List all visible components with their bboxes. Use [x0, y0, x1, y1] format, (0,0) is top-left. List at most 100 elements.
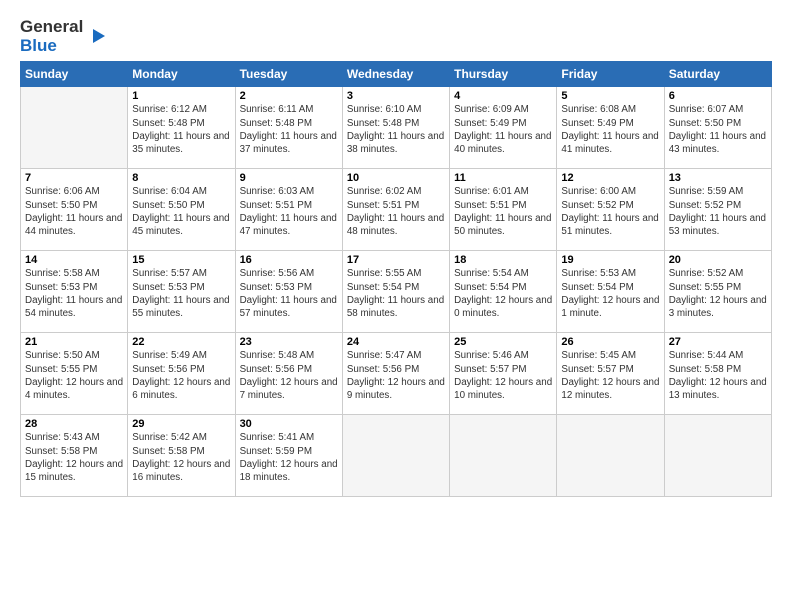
calendar-cell: 26 Sunrise: 5:45 AMSunset: 5:57 PMDaylig… [557, 333, 664, 415]
dow-header: Sunday [21, 62, 128, 87]
day-info: Sunrise: 6:07 AMSunset: 5:50 PMDaylight:… [669, 104, 766, 155]
day-number: 29 [132, 418, 230, 430]
calendar-cell: 8 Sunrise: 6:04 AMSunset: 5:50 PMDayligh… [128, 169, 235, 251]
day-number: 7 [25, 172, 123, 184]
calendar-cell: 18 Sunrise: 5:54 AMSunset: 5:54 PMDaylig… [450, 251, 557, 333]
day-info: Sunrise: 5:55 AMSunset: 5:54 PMDaylight:… [347, 268, 444, 319]
day-info: Sunrise: 5:47 AMSunset: 5:56 PMDaylight:… [347, 350, 445, 401]
day-info: Sunrise: 5:41 AMSunset: 5:59 PMDaylight:… [240, 432, 338, 483]
dow-header: Tuesday [235, 62, 342, 87]
calendar-cell: 12 Sunrise: 6:00 AMSunset: 5:52 PMDaylig… [557, 169, 664, 251]
calendar-cell: 21 Sunrise: 5:50 AMSunset: 5:55 PMDaylig… [21, 333, 128, 415]
dow-header: Friday [557, 62, 664, 87]
day-info: Sunrise: 5:58 AMSunset: 5:53 PMDaylight:… [25, 268, 122, 319]
day-info: Sunrise: 5:49 AMSunset: 5:56 PMDaylight:… [132, 350, 230, 401]
day-info: Sunrise: 6:01 AMSunset: 5:51 PMDaylight:… [454, 186, 551, 237]
day-number: 11 [454, 172, 552, 184]
day-info: Sunrise: 6:03 AMSunset: 5:51 PMDaylight:… [240, 186, 337, 237]
logo: General Blue [20, 18, 109, 55]
calendar-cell: 28 Sunrise: 5:43 AMSunset: 5:58 PMDaylig… [21, 415, 128, 497]
calendar-cell: 13 Sunrise: 5:59 AMSunset: 5:52 PMDaylig… [664, 169, 771, 251]
day-number: 15 [132, 254, 230, 266]
day-info: Sunrise: 6:10 AMSunset: 5:48 PMDaylight:… [347, 104, 444, 155]
day-number: 4 [454, 90, 552, 102]
calendar-cell: 2 Sunrise: 6:11 AMSunset: 5:48 PMDayligh… [235, 87, 342, 169]
day-number: 27 [669, 336, 767, 348]
calendar-cell: 10 Sunrise: 6:02 AMSunset: 5:51 PMDaylig… [342, 169, 449, 251]
day-number: 14 [25, 254, 123, 266]
day-number: 30 [240, 418, 338, 430]
calendar-cell [342, 415, 449, 497]
calendar-cell: 25 Sunrise: 5:46 AMSunset: 5:57 PMDaylig… [450, 333, 557, 415]
calendar-cell: 11 Sunrise: 6:01 AMSunset: 5:51 PMDaylig… [450, 169, 557, 251]
day-number: 18 [454, 254, 552, 266]
calendar-cell: 17 Sunrise: 5:55 AMSunset: 5:54 PMDaylig… [342, 251, 449, 333]
day-number: 3 [347, 90, 445, 102]
day-number: 12 [561, 172, 659, 184]
day-number: 13 [669, 172, 767, 184]
day-info: Sunrise: 5:54 AMSunset: 5:54 PMDaylight:… [454, 268, 552, 319]
dow-header: Wednesday [342, 62, 449, 87]
day-info: Sunrise: 5:52 AMSunset: 5:55 PMDaylight:… [669, 268, 767, 319]
calendar-cell [664, 415, 771, 497]
day-info: Sunrise: 5:45 AMSunset: 5:57 PMDaylight:… [561, 350, 659, 401]
calendar-cell: 15 Sunrise: 5:57 AMSunset: 5:53 PMDaylig… [128, 251, 235, 333]
calendar-cell: 6 Sunrise: 6:07 AMSunset: 5:50 PMDayligh… [664, 87, 771, 169]
calendar-cell: 30 Sunrise: 5:41 AMSunset: 5:59 PMDaylig… [235, 415, 342, 497]
day-number: 6 [669, 90, 767, 102]
day-info: Sunrise: 6:11 AMSunset: 5:48 PMDaylight:… [240, 104, 337, 155]
day-info: Sunrise: 5:44 AMSunset: 5:58 PMDaylight:… [669, 350, 767, 401]
day-number: 10 [347, 172, 445, 184]
day-number: 17 [347, 254, 445, 266]
day-info: Sunrise: 6:09 AMSunset: 5:49 PMDaylight:… [454, 104, 551, 155]
day-number: 28 [25, 418, 123, 430]
day-number: 26 [561, 336, 659, 348]
day-number: 25 [454, 336, 552, 348]
day-info: Sunrise: 5:53 AMSunset: 5:54 PMDaylight:… [561, 268, 659, 319]
day-number: 23 [240, 336, 338, 348]
calendar-cell: 22 Sunrise: 5:49 AMSunset: 5:56 PMDaylig… [128, 333, 235, 415]
calendar-cell: 23 Sunrise: 5:48 AMSunset: 5:56 PMDaylig… [235, 333, 342, 415]
dow-header: Saturday [664, 62, 771, 87]
day-number: 2 [240, 90, 338, 102]
day-number: 8 [132, 172, 230, 184]
calendar-cell: 1 Sunrise: 6:12 AMSunset: 5:48 PMDayligh… [128, 87, 235, 169]
calendar-cell: 4 Sunrise: 6:09 AMSunset: 5:49 PMDayligh… [450, 87, 557, 169]
day-number: 9 [240, 172, 338, 184]
calendar-cell: 29 Sunrise: 5:42 AMSunset: 5:58 PMDaylig… [128, 415, 235, 497]
day-number: 19 [561, 254, 659, 266]
dow-header: Thursday [450, 62, 557, 87]
day-number: 22 [132, 336, 230, 348]
day-info: Sunrise: 6:08 AMSunset: 5:49 PMDaylight:… [561, 104, 658, 155]
day-info: Sunrise: 5:50 AMSunset: 5:55 PMDaylight:… [25, 350, 123, 401]
day-info: Sunrise: 6:00 AMSunset: 5:52 PMDaylight:… [561, 186, 658, 237]
day-number: 1 [132, 90, 230, 102]
calendar-cell: 24 Sunrise: 5:47 AMSunset: 5:56 PMDaylig… [342, 333, 449, 415]
day-number: 21 [25, 336, 123, 348]
calendar-cell: 5 Sunrise: 6:08 AMSunset: 5:49 PMDayligh… [557, 87, 664, 169]
day-info: Sunrise: 6:02 AMSunset: 5:51 PMDaylight:… [347, 186, 444, 237]
calendar-cell: 3 Sunrise: 6:10 AMSunset: 5:48 PMDayligh… [342, 87, 449, 169]
day-number: 24 [347, 336, 445, 348]
day-info: Sunrise: 5:59 AMSunset: 5:52 PMDaylight:… [669, 186, 766, 237]
calendar-cell: 14 Sunrise: 5:58 AMSunset: 5:53 PMDaylig… [21, 251, 128, 333]
calendar-cell: 16 Sunrise: 5:56 AMSunset: 5:53 PMDaylig… [235, 251, 342, 333]
day-info: Sunrise: 6:06 AMSunset: 5:50 PMDaylight:… [25, 186, 122, 237]
calendar-cell: 9 Sunrise: 6:03 AMSunset: 5:51 PMDayligh… [235, 169, 342, 251]
day-number: 20 [669, 254, 767, 266]
calendar-cell [21, 87, 128, 169]
day-number: 5 [561, 90, 659, 102]
day-info: Sunrise: 5:43 AMSunset: 5:58 PMDaylight:… [25, 432, 123, 483]
day-number: 16 [240, 254, 338, 266]
day-info: Sunrise: 6:12 AMSunset: 5:48 PMDaylight:… [132, 104, 229, 155]
day-info: Sunrise: 6:04 AMSunset: 5:50 PMDaylight:… [132, 186, 229, 237]
day-info: Sunrise: 5:42 AMSunset: 5:58 PMDaylight:… [132, 432, 230, 483]
day-info: Sunrise: 5:48 AMSunset: 5:56 PMDaylight:… [240, 350, 338, 401]
calendar-cell [450, 415, 557, 497]
day-info: Sunrise: 5:56 AMSunset: 5:53 PMDaylight:… [240, 268, 337, 319]
calendar-cell [557, 415, 664, 497]
calendar-cell: 20 Sunrise: 5:52 AMSunset: 5:55 PMDaylig… [664, 251, 771, 333]
calendar-cell: 7 Sunrise: 6:06 AMSunset: 5:50 PMDayligh… [21, 169, 128, 251]
day-info: Sunrise: 5:46 AMSunset: 5:57 PMDaylight:… [454, 350, 552, 401]
calendar-cell: 27 Sunrise: 5:44 AMSunset: 5:58 PMDaylig… [664, 333, 771, 415]
